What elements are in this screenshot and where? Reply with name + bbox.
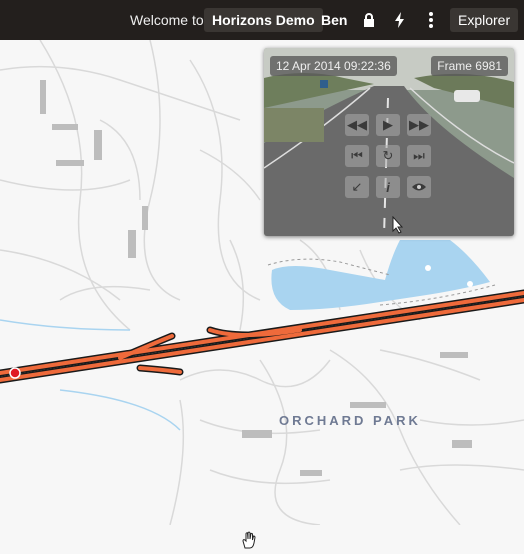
info-icon[interactable]: i	[376, 176, 400, 198]
top-bar: Welcome to Horizons Demo Ben Explorer	[0, 0, 524, 40]
lock-icon[interactable]	[360, 10, 378, 30]
kebab-menu-icon[interactable]	[422, 10, 440, 30]
welcome-text: Welcome to	[130, 12, 204, 28]
video-panel[interactable]: 12 Apr 2014 09:22:36 Frame 6981 ◀◀ ▶ ▶▶ …	[264, 48, 514, 236]
play-icon[interactable]: ▶	[376, 114, 400, 136]
project-name-button[interactable]: Horizons Demo	[204, 8, 323, 32]
step-forward-icon[interactable]: ⏭	[407, 145, 431, 167]
lightning-icon[interactable]	[391, 10, 409, 30]
frame-number: Frame 6981	[431, 56, 508, 76]
fast-forward-icon[interactable]: ▶▶	[407, 114, 431, 136]
user-name[interactable]: Ben	[321, 12, 347, 28]
explorer-button[interactable]: Explorer	[450, 8, 519, 32]
area-label: ORCHARD PARK	[279, 413, 421, 428]
rewind-icon[interactable]: ◀◀	[345, 114, 369, 136]
back-arrow-icon[interactable]: ↙	[345, 176, 369, 198]
arrow-cursor-icon	[392, 215, 404, 236]
rotate-icon[interactable]: ↻	[376, 145, 400, 167]
step-back-icon[interactable]: ⏮	[345, 145, 369, 167]
video-timestamp: 12 Apr 2014 09:22:36	[270, 56, 397, 76]
eye-icon[interactable]	[407, 176, 431, 198]
hand-cursor-icon	[240, 531, 258, 554]
